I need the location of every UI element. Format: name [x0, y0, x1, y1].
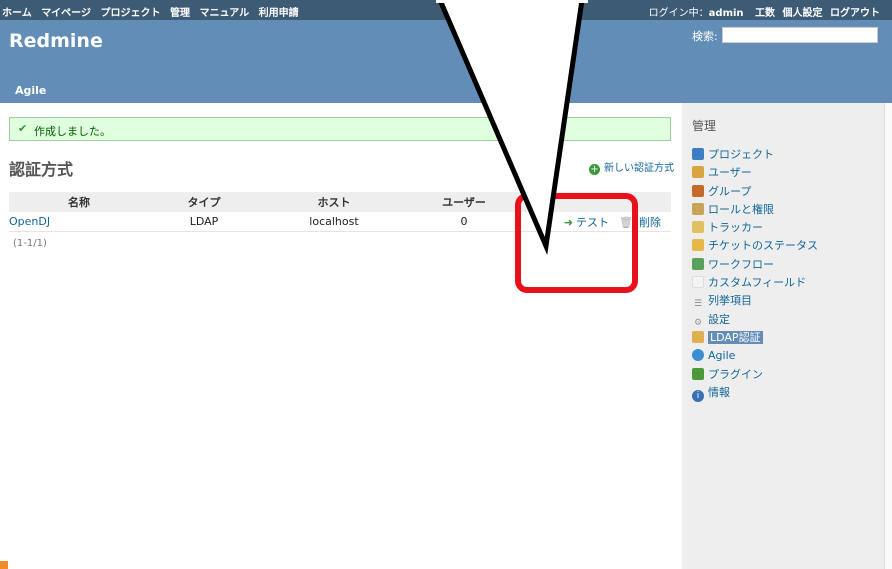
sidebar-item-trackers[interactable]: トラッカー [692, 219, 818, 237]
corner-marker [0, 561, 8, 569]
sidebar-item-label: LDAP認証 [708, 330, 763, 344]
header: Redmine 検索: Agile [0, 20, 892, 103]
sidebar-item-agile[interactable]: Agile [692, 347, 818, 365]
sidebar-item-roles[interactable]: ロールと権限 [692, 201, 818, 219]
flash-notice: ✔ 作成しました。 [9, 117, 671, 141]
search-label: 検索: [692, 30, 718, 43]
sidebar-item-custom-fields[interactable]: カスタムフィールド [692, 274, 818, 292]
sidebar-item-label: ワークフロー [708, 257, 774, 271]
sidebar-item-label: 情報 [708, 385, 730, 399]
column-header-type: タイプ [149, 192, 259, 212]
projects-icon [692, 148, 704, 160]
flash-message: 作成しました。 [34, 125, 111, 138]
admin-menu: プロジェクト ユーザー グループ ロールと権限 トラッカー チケットのステータス… [692, 146, 818, 402]
new-auth-source-link[interactable]: + 新しい認証方式 [589, 159, 674, 175]
sidebar-item-label: ユーザー [708, 166, 752, 180]
auth-source-type: LDAP [149, 212, 259, 232]
scrollbar[interactable] [884, 103, 892, 569]
search-input[interactable] [722, 27, 878, 43]
sidebar-item-projects[interactable]: プロジェクト [692, 146, 818, 164]
sidebar-item-plugins[interactable]: プラグイン [692, 366, 818, 384]
top-menu: ホーム マイページ プロジェクト 管理 マニュアル 利用申請 ログイン中：adm… [0, 0, 892, 20]
ldap-icon [692, 330, 704, 343]
tracker-icon [692, 221, 704, 234]
sidebar: 管理 プロジェクト ユーザー グループ ロールと権限 トラッカー チケットのステ… [682, 103, 884, 569]
sidebar-item-label: チケットのステータス [708, 239, 818, 253]
user-icon [692, 166, 704, 179]
sidebar-item-label: 列挙項目 [708, 294, 752, 308]
top-menu-timelog[interactable]: 工数 [755, 8, 775, 19]
sidebar-item-label: Agile [708, 349, 736, 363]
sidebar-item-ldap[interactable]: LDAP認証 [692, 329, 818, 347]
top-menu-home[interactable]: ホーム [2, 8, 32, 19]
sidebar-item-workflows[interactable]: ワークフロー [692, 256, 818, 274]
plugin-icon [692, 367, 704, 380]
sidebar-item-label: プラグイン [708, 367, 763, 381]
sidebar-item-label: プロジェクト [708, 148, 774, 161]
page-title: 認証方式 [9, 160, 74, 179]
login-label: ログイン中： [648, 8, 709, 19]
auth-source-link[interactable]: OpenDJ [9, 215, 50, 228]
custom-field-icon [692, 276, 704, 289]
top-menu-manual[interactable]: マニュアル [199, 8, 249, 19]
settings-icon: ⚙ [693, 317, 703, 328]
sidebar-item-issue-statuses[interactable]: チケットのステータス [692, 237, 818, 255]
group-icon [692, 184, 704, 197]
auth-source-users: 0 [409, 212, 519, 232]
delete-label: 削除 [639, 215, 661, 229]
column-header-users: ユーザー [409, 192, 519, 212]
auth-source-name[interactable]: OpenDJ [9, 212, 149, 232]
sidebar-item-label: 設定 [708, 312, 730, 326]
login-status: ログイン中：admin [649, 8, 744, 19]
workflow-icon [692, 257, 704, 270]
agile-icon [692, 349, 704, 362]
new-auth-source-label: 新しい認証方式 [604, 163, 674, 174]
annotation-highlight-box [515, 193, 638, 293]
top-menu-admin[interactable]: 管理 [170, 8, 190, 19]
sidebar-item-settings[interactable]: ⚙ 設定 [692, 311, 818, 329]
top-menu-logout[interactable]: ログアウト [830, 8, 880, 19]
top-menu-left: ホーム マイページ プロジェクト 管理 マニュアル 利用申請 [2, 4, 305, 19]
pagination-count: (1-1/1) [13, 238, 47, 249]
status-icon [692, 239, 704, 252]
top-menu-right: ログイン中：admin 工数 個人設定 ログアウト [641, 4, 880, 19]
list-icon: ☰ [693, 299, 703, 310]
top-menu-my-page[interactable]: マイページ [41, 8, 91, 19]
top-menu-application[interactable]: 利用申請 [259, 8, 299, 19]
sidebar-item-label: トラッカー [708, 221, 763, 235]
top-menu-projects[interactable]: プロジェクト [100, 8, 160, 19]
role-icon [692, 202, 704, 215]
main-menu-agile[interactable]: Agile [15, 84, 46, 97]
sidebar-item-label: グループ [708, 184, 752, 198]
sidebar-item-enumerations[interactable]: ☰ 列挙項目 [692, 292, 818, 310]
check-icon: ✔ [18, 122, 28, 135]
column-header-name[interactable]: 名称 [9, 192, 149, 212]
sidebar-item-label: カスタムフィールド [708, 276, 807, 290]
sidebar-item-info[interactable]: i 情報 [692, 384, 818, 402]
sidebar-item-groups[interactable]: グループ [692, 183, 818, 201]
info-icon: i [692, 389, 704, 402]
add-icon: + [589, 164, 600, 175]
login-user[interactable]: admin [709, 8, 744, 19]
content: ✔ 作成しました。 認証方式 + 新しい認証方式 名称 タイプ ホスト ユーザー … [0, 103, 682, 569]
auth-source-host: localhost [259, 212, 409, 232]
sidebar-item-users[interactable]: ユーザー [692, 164, 818, 182]
top-menu-my-account[interactable]: 個人設定 [783, 8, 823, 19]
sidebar-item-label: ロールと権限 [708, 202, 774, 216]
app-title[interactable]: Redmine [9, 30, 103, 52]
column-header-host: ホスト [259, 192, 409, 212]
sidebar-title: 管理 [692, 119, 717, 133]
